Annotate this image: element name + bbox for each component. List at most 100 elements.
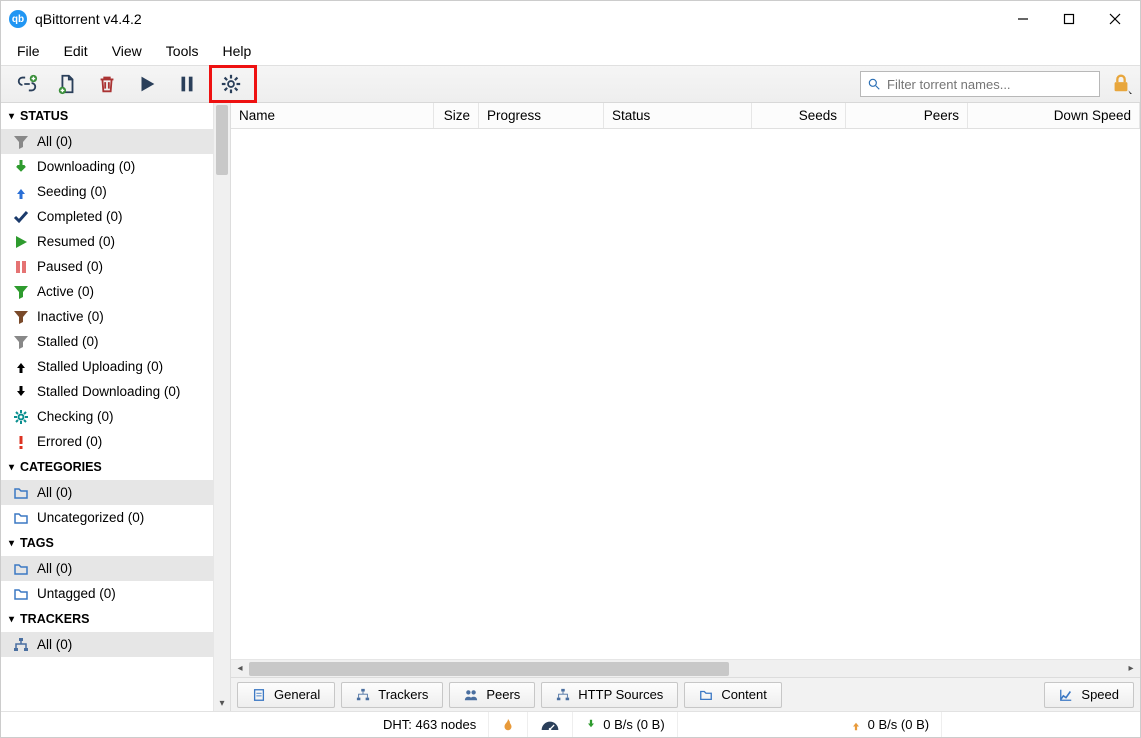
status-item-checking[interactable]: Checking (0) [1, 404, 213, 429]
maximize-button[interactable] [1046, 1, 1092, 37]
table-body[interactable] [231, 129, 1140, 659]
settings-button[interactable] [213, 69, 249, 99]
chevron-down-icon: ▾ [9, 538, 14, 549]
search-box[interactable] [860, 71, 1100, 97]
folder-icon [13, 586, 29, 602]
speedometer-icon [540, 718, 560, 732]
tab-trackers[interactable]: Trackers [341, 682, 443, 708]
col-size[interactable]: Size [434, 103, 479, 128]
document-icon [252, 688, 266, 702]
detail-tabs: General Trackers Peers HTTP Sources Cont… [231, 677, 1140, 711]
minimize-button[interactable] [1000, 1, 1046, 37]
menu-edit[interactable]: Edit [52, 39, 100, 63]
lock-button[interactable] [1110, 72, 1132, 97]
status-item-resumed[interactable]: Resumed (0) [1, 229, 213, 254]
pause-button[interactable] [169, 69, 205, 99]
delete-button[interactable] [89, 69, 125, 99]
people-icon [464, 688, 478, 702]
scroll-right-icon[interactable]: ▸ [1122, 663, 1140, 674]
scroll-down-icon[interactable]: ▾ [214, 695, 230, 711]
scrollbar-thumb[interactable] [249, 662, 729, 676]
status-item-stalled-down[interactable]: Stalled Downloading (0) [1, 379, 213, 404]
status-item-inactive[interactable]: Inactive (0) [1, 304, 213, 329]
col-seeds[interactable]: Seeds [752, 103, 846, 128]
upload-icon [13, 184, 29, 200]
play-icon [13, 234, 29, 250]
chevron-down-icon: ▾ [9, 462, 14, 473]
tag-item-all[interactable]: All (0) [1, 556, 213, 581]
scrollbar-thumb[interactable] [216, 105, 228, 175]
add-file-button[interactable] [49, 69, 85, 99]
titlebar: qb qBittorrent v4.4.2 [1, 1, 1140, 37]
tab-content[interactable]: Content [684, 682, 782, 708]
sidebar-section-trackers[interactable]: ▾TRACKERS [1, 606, 213, 632]
settings-button-highlight [209, 65, 257, 103]
down-icon [13, 384, 29, 400]
menu-view[interactable]: View [100, 39, 154, 63]
col-peers[interactable]: Peers [846, 103, 968, 128]
search-icon [867, 77, 881, 91]
sidebar: ▾STATUS All (0) Downloading (0) Seeding … [1, 103, 213, 711]
status-ratelimit-icon[interactable] [528, 712, 573, 737]
status-item-all[interactable]: All (0) [1, 129, 213, 154]
menu-tools[interactable]: Tools [154, 39, 211, 63]
chevron-down-icon: ▾ [9, 111, 14, 122]
tab-peers[interactable]: Peers [449, 682, 535, 708]
status-item-seeding[interactable]: Seeding (0) [1, 179, 213, 204]
filter-inactive-icon [13, 309, 29, 325]
tag-item-untagged[interactable]: Untagged (0) [1, 581, 213, 606]
filter-icon [13, 134, 29, 150]
error-icon [13, 434, 29, 450]
menu-help[interactable]: Help [210, 39, 263, 63]
close-button[interactable] [1092, 1, 1138, 37]
status-item-paused[interactable]: Paused (0) [1, 254, 213, 279]
menu-file[interactable]: File [5, 39, 52, 63]
sidebar-section-tags[interactable]: ▾TAGS [1, 530, 213, 556]
sidebar-scrollbar[interactable]: ▴ ▾ [213, 103, 230, 711]
chevron-down-icon: ▾ [9, 614, 14, 625]
add-link-button[interactable] [9, 69, 45, 99]
status-item-active[interactable]: Active (0) [1, 279, 213, 304]
download-icon [585, 719, 597, 731]
col-status[interactable]: Status [604, 103, 752, 128]
sidebar-section-status[interactable]: ▾STATUS [1, 103, 213, 129]
folder-icon [13, 485, 29, 501]
app-icon: qb [9, 10, 27, 28]
status-item-errored[interactable]: Errored (0) [1, 429, 213, 454]
scroll-left-icon[interactable]: ◂ [231, 663, 249, 674]
status-download[interactable]: 0 B/s (0 B) [573, 712, 677, 737]
statusbar: DHT: 463 nodes 0 B/s (0 B) 0 B/s (0 B) [1, 711, 1140, 737]
sidebar-section-categories[interactable]: ▾CATEGORIES [1, 454, 213, 480]
table-header: Name Size Progress Status Seeds Peers Do… [231, 103, 1140, 129]
status-item-downloading[interactable]: Downloading (0) [1, 154, 213, 179]
status-upload[interactable]: 0 B/s (0 B) [838, 712, 942, 737]
filter-active-icon [13, 284, 29, 300]
network-icon [356, 688, 370, 702]
col-name[interactable]: Name [231, 103, 434, 128]
tab-http[interactable]: HTTP Sources [541, 682, 678, 708]
download-icon [13, 159, 29, 175]
col-progress[interactable]: Progress [479, 103, 604, 128]
check-icon [13, 209, 29, 225]
folder-icon [699, 688, 713, 702]
tracker-item-all[interactable]: All (0) [1, 632, 213, 657]
status-item-completed[interactable]: Completed (0) [1, 204, 213, 229]
search-input[interactable] [887, 77, 1093, 92]
status-item-stalled-up[interactable]: Stalled Uploading (0) [1, 354, 213, 379]
horizontal-scrollbar[interactable]: ◂ ▸ [231, 659, 1140, 677]
resume-button[interactable] [129, 69, 165, 99]
network-icon [13, 637, 29, 653]
col-downspeed[interactable]: Down Speed [968, 103, 1140, 128]
flame-icon [501, 718, 515, 732]
tab-general[interactable]: General [237, 682, 335, 708]
category-item-uncategorized[interactable]: Uncategorized (0) [1, 505, 213, 530]
tab-speed[interactable]: Speed [1044, 682, 1134, 708]
status-firewall-icon[interactable] [489, 712, 528, 737]
category-item-all[interactable]: All (0) [1, 480, 213, 505]
status-dht: DHT: 463 nodes [371, 712, 489, 737]
network-icon [556, 688, 570, 702]
toolbar [1, 65, 1140, 103]
chart-icon [1059, 688, 1073, 702]
status-item-stalled[interactable]: Stalled (0) [1, 329, 213, 354]
upload-icon [850, 719, 862, 731]
